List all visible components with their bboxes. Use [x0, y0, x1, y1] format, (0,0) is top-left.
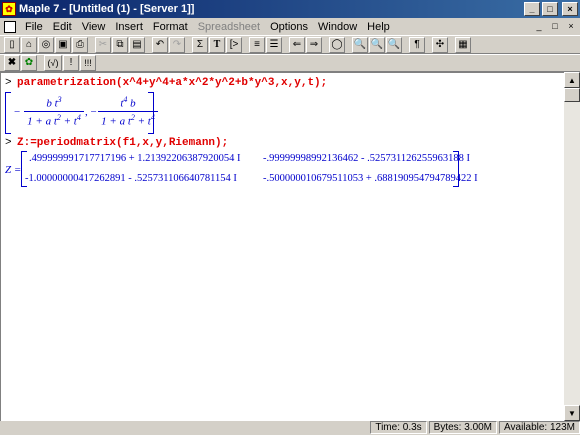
execute-all-icon[interactable]: !!!	[80, 55, 96, 71]
matrix-r1c2: -.99999998992136462 - .52573112625596318…	[263, 153, 470, 164]
prompt-1: >	[5, 77, 12, 89]
execute-group-icon[interactable]: [>	[226, 36, 242, 53]
matrix-r2c2: -.500000010679511053 + .6881909547947894…	[263, 173, 478, 184]
doc-minimize-button[interactable]: _	[532, 19, 546, 32]
menu-options[interactable]: Options	[265, 21, 313, 33]
undo-icon[interactable]: ↶	[152, 36, 168, 53]
menu-help[interactable]: Help	[362, 21, 395, 33]
open-url-icon[interactable]: ◎	[38, 36, 54, 53]
status-available: Available: 123M	[499, 421, 580, 434]
minimize-button[interactable]: _	[524, 2, 540, 16]
back-icon[interactable]: ⇐	[289, 36, 305, 53]
save-icon[interactable]: ▣	[55, 36, 71, 53]
zoom-200-icon[interactable]: 🔍	[369, 36, 385, 53]
forward-icon[interactable]: ⇒	[306, 36, 322, 53]
stop-execution-icon[interactable]: ✖	[4, 55, 20, 71]
menu-window[interactable]: Window	[313, 21, 362, 33]
matrix-r2c1: -1.00000000417262891 - .5257311066407811…	[25, 173, 237, 184]
prompt-2: >	[5, 137, 12, 149]
sum-icon[interactable]: Σ	[192, 36, 208, 53]
worksheet-area[interactable]: > parametrization(x^4+y^4+a*x^2*y^2+b*y^…	[0, 72, 564, 421]
doc-close-button[interactable]: ×	[564, 19, 578, 32]
zoom-100-icon[interactable]: 🔍	[352, 36, 368, 53]
zoom-400-icon[interactable]: 🔍	[386, 36, 402, 53]
menu-insert[interactable]: Insert	[110, 21, 148, 33]
menu-view[interactable]: View	[77, 21, 111, 33]
vertical-scrollbar[interactable]: ▲ ▼	[564, 72, 580, 421]
scroll-down-icon[interactable]: ▼	[564, 405, 580, 421]
status-time: Time: 0.3s	[370, 421, 427, 434]
scroll-thumb[interactable]	[564, 88, 580, 102]
maple-leaf-toggle-icon[interactable]: ✿	[21, 55, 37, 71]
menu-edit[interactable]: Edit	[48, 21, 77, 33]
outdent-icon[interactable]: ☰	[266, 36, 282, 53]
debug-icon[interactable]: ▦	[455, 36, 471, 53]
window-title: Maple 7 - [Untitled (1) - [Server 1]]	[19, 3, 195, 15]
execute-icon[interactable]: !	[63, 55, 79, 71]
title-bar: ✿ Maple 7 - [Untitled (1) - [Server 1]] …	[0, 0, 580, 18]
main-toolbar: ▯ ⌂ ◎ ▣ ⎙ ✂ ⧉ ▤ ↶ ↷ Σ T [> ≡ ☰ ⇐ ⇒ ◯ 🔍 🔍…	[0, 35, 580, 54]
cut-icon[interactable]: ✂	[95, 36, 111, 53]
output1-fraction-1: b t3 1 + a t2 + t4	[24, 95, 84, 127]
restart-icon[interactable]: ✣	[432, 36, 448, 53]
doc-restore-button[interactable]: □	[548, 19, 562, 32]
matrix-r1c1: .499999991717717196 + 1.2139220638792005…	[29, 153, 241, 164]
matrix-lhs: Z =	[5, 164, 22, 176]
close-button[interactable]: ×	[562, 2, 578, 16]
menu-bar: File Edit View Insert Format Spreadsheet…	[0, 18, 580, 35]
menu-file[interactable]: File	[20, 21, 48, 33]
input-parametrization[interactable]: parametrization(x^4+y^4+a*x^2*y^2+b*y^3,…	[17, 77, 327, 89]
check-syntax-icon[interactable]: (√)	[44, 55, 62, 71]
maple-leaf-icon[interactable]: ✿	[2, 2, 16, 16]
status-bytes: Bytes: 3.00M	[428, 421, 498, 434]
paste-icon[interactable]: ▤	[129, 36, 145, 53]
indent-icon[interactable]: ≡	[249, 36, 265, 53]
matrix-right-bracket	[453, 151, 459, 187]
menu-spreadsheet[interactable]: Spreadsheet	[193, 21, 265, 33]
new-document-icon[interactable]: ▯	[4, 36, 20, 53]
copy-icon[interactable]: ⧉	[112, 36, 128, 53]
maximize-button[interactable]: □	[542, 2, 558, 16]
status-bar: Time: 0.3s Bytes: 3.00M Available: 123M	[0, 421, 580, 435]
output1-right-bracket	[148, 92, 154, 134]
input-periodmatrix[interactable]: Z:=periodmatrix(f1,x,y,Riemann);	[17, 137, 228, 149]
menu-format[interactable]: Format	[148, 21, 193, 33]
open-icon[interactable]: ⌂	[21, 36, 37, 53]
document-icon[interactable]	[4, 20, 16, 33]
context-toolbar: ✖ ✿ (√) ! !!!	[0, 54, 580, 72]
text-mode-icon[interactable]: T	[209, 36, 225, 53]
output1-left-bracket	[5, 92, 11, 134]
redo-icon[interactable]: ↷	[169, 36, 185, 53]
paragraph-icon[interactable]: ¶	[409, 36, 425, 53]
stop-icon[interactable]: ◯	[329, 36, 345, 53]
print-icon[interactable]: ⎙	[72, 36, 88, 53]
scroll-up-icon[interactable]: ▲	[564, 72, 580, 88]
